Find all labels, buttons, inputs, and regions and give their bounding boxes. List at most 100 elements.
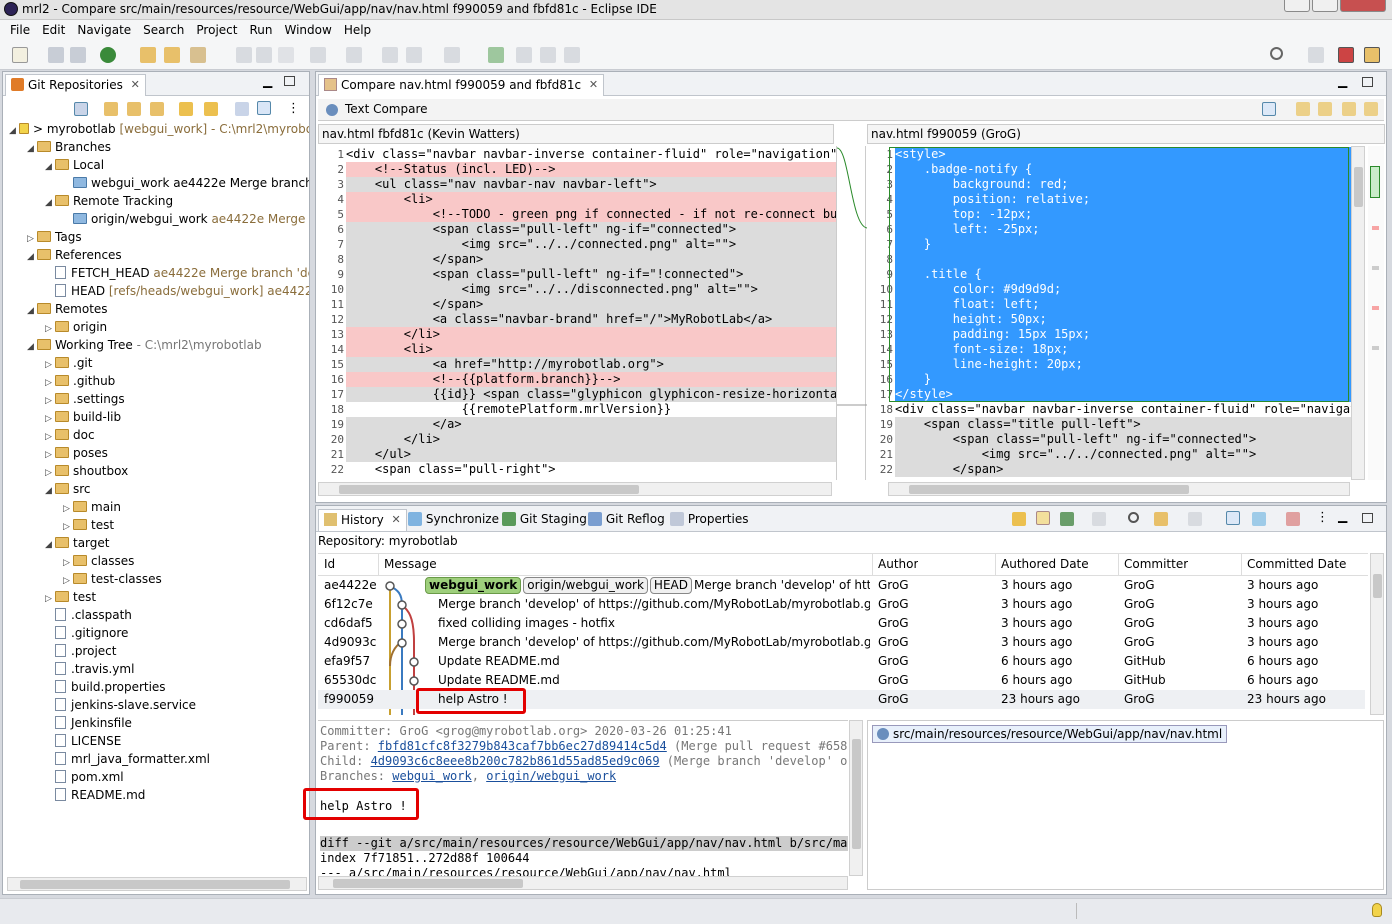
repo-tree-item[interactable]: Jenkinsfile: [45, 716, 309, 734]
repo-tree-item[interactable]: .gitignore: [45, 626, 309, 644]
expand-arrow-icon[interactable]: ▷: [45, 414, 55, 424]
find-icon[interactable]: [1128, 512, 1139, 523]
java-perspective-icon[interactable]: [1338, 47, 1354, 63]
history-vscrollbar[interactable]: [1370, 553, 1384, 715]
expand-arrow-icon[interactable]: ▷: [45, 324, 55, 334]
tab-history[interactable]: History ✕: [318, 509, 407, 531]
branch-icon[interactable]: [1154, 512, 1168, 526]
right-code-pane[interactable]: 1 <style> 2 .badge-notify {3 background: r…: [867, 146, 1351, 480]
expand-arrow-icon[interactable]: ◢: [45, 198, 55, 208]
expand-arrow-icon[interactable]: ▷: [63, 558, 73, 568]
layout-icon[interactable]: [1226, 511, 1240, 525]
left-hscrollbar[interactable]: [318, 482, 832, 496]
history-row[interactable]: efa9f57 Update README.md GroG 6 hours ago Gi…: [318, 652, 1365, 671]
next-annotation-icon[interactable]: [310, 47, 326, 63]
history-row[interactable]: 6f12c7e Merge branch 'develop' of https:/…: [318, 595, 1365, 614]
minimize-button[interactable]: [1284, 0, 1310, 12]
compare-next-icon[interactable]: [516, 47, 532, 63]
repo-tree-item[interactable]: ▷ test: [45, 590, 309, 608]
filter-icon[interactable]: [257, 101, 271, 115]
scroll-thumb[interactable]: [20, 880, 290, 889]
copy-icon[interactable]: [564, 47, 580, 63]
minimize-view-icon[interactable]: ▁: [263, 74, 272, 88]
tab-git-reflog[interactable]: Git Reflog: [588, 512, 665, 526]
repo-tree-item[interactable]: .project: [45, 644, 309, 662]
pin-history-icon[interactable]: [1060, 512, 1074, 526]
search-icon[interactable]: [1270, 47, 1283, 60]
col-message[interactable]: Message: [384, 557, 437, 571]
git-perspective-icon[interactable]: [1364, 47, 1380, 63]
back-icon[interactable]: [382, 47, 398, 63]
expand-arrow-icon[interactable]: ◢: [45, 486, 55, 496]
next-difference-icon[interactable]: [1342, 102, 1356, 116]
repo-tree-item[interactable]: ▷ origin: [45, 320, 309, 338]
child-hash-link[interactable]: 4d9093c6c8eee8b200c782b861d55ad85ed9c069: [371, 754, 660, 768]
scroll-thumb[interactable]: [1373, 574, 1382, 598]
menu-run[interactable]: Run: [243, 20, 278, 41]
save-all-icon[interactable]: [70, 47, 86, 63]
parent-hash-link[interactable]: fbfd81cfc8f3279b843caf7bb6ec27d89414c5d4: [378, 739, 667, 753]
repo-tree-item[interactable]: ▷ build-lib: [45, 410, 309, 428]
menu-file[interactable]: File: [4, 20, 36, 41]
history-back-icon[interactable]: [406, 47, 422, 63]
maximize-view-icon[interactable]: [1362, 77, 1373, 87]
link-editor-icon[interactable]: [204, 102, 218, 116]
expand-arrow-icon[interactable]: ▷: [45, 360, 55, 370]
repo-tree-item[interactable]: ▷ test-classes: [63, 572, 309, 590]
expand-arrow-icon[interactable]: ▷: [27, 234, 37, 244]
repo-tree-item[interactable]: .classpath: [45, 608, 309, 626]
tab-git-repositories[interactable]: Git Repositories ✕: [5, 74, 146, 96]
repo-tree-item[interactable]: LICENSE: [45, 734, 309, 752]
branch-link-webgui-work[interactable]: webgui_work: [392, 769, 471, 783]
minimize-view-icon[interactable]: ▁: [1338, 509, 1347, 523]
repo-tree-item[interactable]: ▷ test: [63, 518, 309, 536]
tip-icon[interactable]: [1372, 903, 1382, 917]
repo-tree-item[interactable]: ◢ Remote Tracking: [45, 194, 309, 212]
mark-icon[interactable]: [256, 47, 272, 63]
left-code-pane[interactable]: 1 <div class="navbar navbar-inverse conta…: [318, 146, 836, 480]
repo-tree-item[interactable]: build.properties: [45, 680, 309, 698]
open-folder-icon[interactable]: [164, 47, 180, 63]
expand-arrow-icon[interactable]: ◢: [27, 306, 37, 316]
scroll-thumb[interactable]: [852, 739, 861, 849]
maximize-view-icon[interactable]: [1362, 513, 1373, 523]
ignore-whitespace-icon[interactable]: [1262, 102, 1276, 116]
close-icon[interactable]: ✕: [589, 75, 598, 95]
repo-tree-item[interactable]: ▷ main: [63, 500, 309, 518]
tab-properties[interactable]: Properties: [670, 512, 748, 526]
create-repo-icon[interactable]: [150, 102, 164, 116]
menu-window[interactable]: Window: [278, 20, 337, 41]
repo-tree-item[interactable]: ▷ classes: [63, 554, 309, 572]
compare-prev-icon[interactable]: [540, 47, 556, 63]
repo-tree-item[interactable]: ▷ .settings: [45, 392, 309, 410]
copy-left-to-right-icon[interactable]: [1296, 102, 1310, 116]
clone-repo-icon[interactable]: [127, 102, 141, 116]
tab-compare[interactable]: Compare nav.html f990059 and fbfd81c ✕: [318, 74, 605, 96]
repo-tree-item[interactable]: FETCH_HEAD ae4422e Merge branch 'devel: [45, 266, 309, 284]
prev-annotation-icon[interactable]: [346, 47, 362, 63]
repo-tree-item[interactable]: ◢ > myrobotlab [webgui_work] - C:\mrl2\my…: [9, 122, 309, 140]
expand-arrow-icon[interactable]: ▷: [45, 396, 55, 406]
copy-right-to-left-icon[interactable]: [1318, 102, 1332, 116]
search-tool-icon[interactable]: [190, 47, 206, 63]
new-icon[interactable]: [12, 47, 28, 63]
view-menu-icon[interactable]: ⋮: [1316, 510, 1329, 525]
history-row[interactable]: 4d9093c Merge branch 'develop' of https:/…: [318, 633, 1365, 652]
expand-arrow-icon[interactable]: ▷: [63, 576, 73, 586]
hierarchy-icon[interactable]: [235, 102, 249, 116]
commit-details-hscrollbar[interactable]: [318, 876, 848, 890]
expand-arrow-icon[interactable]: ▷: [63, 522, 73, 532]
tab-git-staging[interactable]: Git Staging: [502, 512, 587, 526]
toggle-icon[interactable]: [236, 47, 252, 63]
previous-difference-icon[interactable]: [1364, 102, 1378, 116]
repo-tree-item[interactable]: ◢ Remotes: [27, 302, 309, 320]
repo-tree-item[interactable]: ▷ .github: [45, 374, 309, 392]
scroll-thumb[interactable]: [339, 485, 639, 494]
maximize-button[interactable]: [1312, 0, 1338, 12]
compare-icon[interactable]: [1252, 512, 1266, 526]
menu-project[interactable]: Project: [190, 20, 243, 41]
repo-tree-item[interactable]: jenkins-slave.service: [45, 698, 309, 716]
scroll-thumb[interactable]: [1354, 167, 1363, 207]
ref-label[interactable]: webgui_work: [425, 577, 522, 594]
pilcrow-icon[interactable]: [278, 47, 294, 63]
